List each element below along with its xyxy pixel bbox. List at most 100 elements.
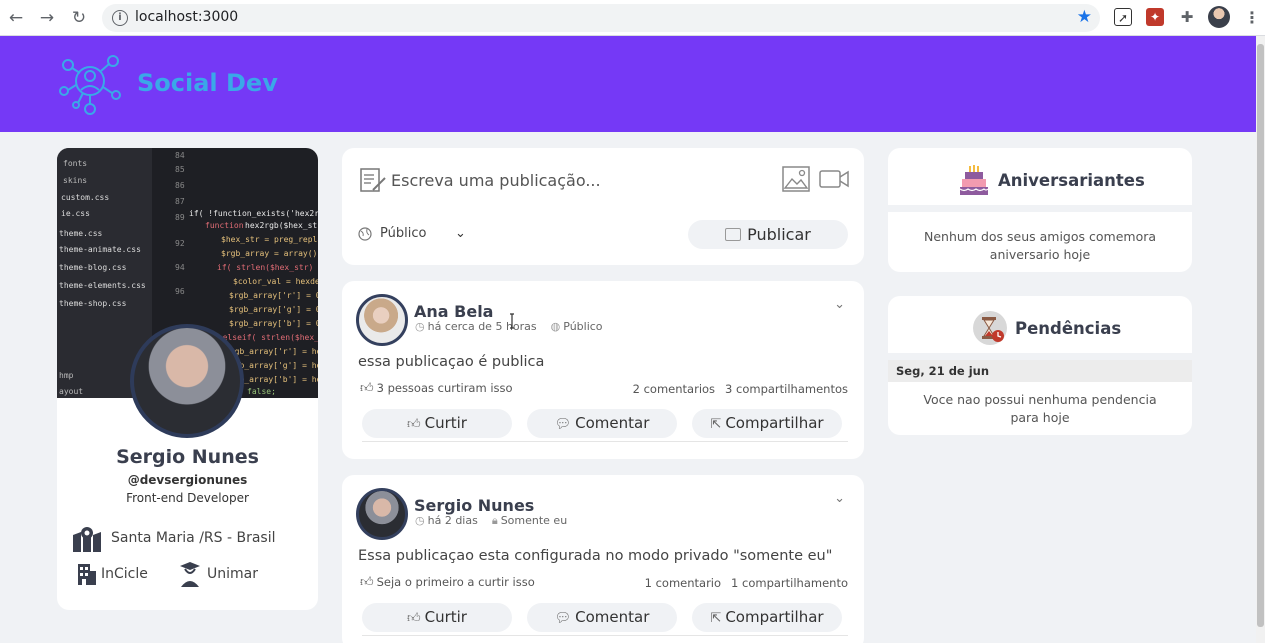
post-author-name[interactable]: Ana Bela — [414, 302, 493, 321]
post-stats: 2 comentarios 3 compartilhamentos — [633, 382, 848, 396]
reload-icon[interactable]: ↻ — [68, 7, 90, 29]
svg-text:$color_val = hexdec: $color_val = hexdec — [233, 277, 318, 286]
birthday-cake-icon — [959, 165, 989, 195]
svg-text:89: 89 — [175, 213, 185, 222]
profile-location: Santa Maria /RS - Brasil — [111, 530, 276, 546]
likes-label: Seja o primeiro a curtir isso — [376, 575, 535, 589]
share-label: Compartilhar — [725, 414, 824, 432]
profile-avatar[interactable] — [130, 324, 244, 438]
publish-button[interactable]: Publicar — [688, 220, 848, 249]
like-label: Curtir — [424, 608, 467, 626]
profile-company: InCicle — [101, 566, 148, 582]
share-icon: ⇱ — [710, 417, 722, 432]
address-bar[interactable]: i localhost:3000 ★ — [102, 4, 1100, 32]
globe-icon: ◍ — [550, 320, 561, 333]
svg-text:$rgb_array['b'] = 0x: $rgb_array['b'] = 0x — [229, 319, 318, 328]
comment-button[interactable]: 💬︎ Comentar — [527, 409, 677, 438]
address-url[interactable]: localhost:3000 — [135, 9, 238, 25]
thumbs-up-icon: 👍︎ — [407, 417, 421, 432]
post-actions: 👍︎ Curtir 💬︎ Comentar ⇱ Compartilhar — [362, 603, 848, 633]
post-meta: ◷ há 2 dias 🔒︎ Somente eu — [415, 514, 567, 528]
comment-label: Comentar — [575, 608, 650, 626]
post-author-avatar[interactable] — [356, 294, 408, 346]
forward-icon[interactable]: → — [36, 7, 58, 29]
pending-date: Seg, 21 de jun — [888, 360, 1192, 382]
birthdays-message: Nenhum dos seus amigos comemora aniversa… — [923, 229, 1157, 262]
browser-menu-icon[interactable]: ⋮ — [1244, 7, 1260, 29]
svg-text:ie.css: ie.css — [61, 209, 90, 218]
post-options-chevron-icon[interactable]: ⌄ — [834, 297, 845, 312]
extensions-puzzle-icon[interactable]: ✚ — [1178, 8, 1196, 26]
profile-handle: @devsergionunes — [127, 473, 248, 487]
svg-text:if( strlen($hex_str): if( strlen($hex_str) — [217, 263, 313, 272]
post-likes[interactable]: 👍︎ Seja o primeiro a curtir isso — [360, 575, 535, 590]
svg-text:87: 87 — [175, 197, 185, 206]
post-visibility: Somente eu — [500, 514, 568, 527]
back-icon[interactable]: ← — [5, 7, 27, 29]
profile-avatar-icon[interactable] — [1208, 6, 1230, 28]
brand-name[interactable]: Social Dev — [137, 69, 278, 97]
share-button[interactable]: ⇱ Compartilhar — [692, 409, 842, 438]
write-post-icon — [360, 168, 386, 192]
thumbs-up-icon: 👍︎ — [407, 611, 421, 626]
svg-text:function: function — [205, 221, 244, 230]
extension-red-icon[interactable]: ✦ — [1146, 8, 1164, 26]
shares-count[interactable]: 3 compartilhamentos — [725, 382, 848, 396]
share-button[interactable]: ⇱ Compartilhar — [692, 603, 842, 632]
clock-icon: ◷ — [415, 514, 425, 527]
svg-text:85: 85 — [175, 165, 185, 174]
scrollbar-thumb[interactable] — [1257, 44, 1264, 627]
app-header: Social Dev — [0, 36, 1256, 132]
bookmark-star-icon[interactable]: ★ — [1077, 7, 1092, 27]
svg-text:theme-shop.css: theme-shop.css — [59, 299, 127, 308]
like-label: Curtir — [424, 414, 467, 432]
birthdays-title: Aniversariantes — [998, 171, 1145, 190]
site-info-icon[interactable]: i — [112, 10, 128, 26]
post-options-chevron-icon[interactable]: ⌄ — [834, 491, 845, 506]
svg-text:theme.css: theme.css — [59, 229, 103, 238]
pending-message: Voce nao possui nenhuma pendencia para h… — [923, 392, 1157, 425]
svg-text:$rgb_array['g'] = 0x: $rgb_array['g'] = 0x — [229, 305, 318, 314]
post-composer: Escreva uma publicação... Público ⌄ Publ… — [342, 148, 864, 265]
svg-text:theme-animate.css: theme-animate.css — [59, 245, 141, 254]
network-logo-icon[interactable] — [58, 51, 122, 115]
post-input[interactable]: Escreva uma publicação... — [391, 171, 601, 190]
svg-text:$hex_str = preg_replac: $hex_str = preg_replac — [221, 235, 318, 244]
svg-text:86: 86 — [175, 181, 185, 190]
like-button[interactable]: 👍︎ Curtir — [362, 603, 512, 632]
shares-count[interactable]: 1 compartilhamento — [731, 576, 848, 590]
comment-button[interactable]: 💬︎ Comentar — [527, 603, 677, 632]
svg-text:custom.css: custom.css — [61, 193, 109, 202]
extension-send-icon[interactable]: ➚ — [1114, 8, 1132, 26]
svg-text:$rgb_array['r'] = hex: $rgb_array['r'] = hex — [225, 347, 318, 356]
post-likes[interactable]: 👍︎ 3 pessoas curtiram isso — [360, 381, 513, 396]
svg-text:skins: skins — [63, 176, 87, 185]
post-text: essa publicaçao é publica — [358, 354, 545, 370]
post-visibility: Público — [563, 320, 603, 333]
post-text: Essa publicaçao esta configurada no modo… — [358, 548, 833, 564]
share-label: Compartilhar — [725, 608, 824, 626]
post-author-avatar[interactable] — [356, 488, 408, 540]
pending-title: Pendências — [1015, 319, 1122, 338]
svg-text:fonts: fonts — [63, 159, 87, 168]
like-button[interactable]: 👍︎ Curtir — [362, 409, 512, 438]
comments-count[interactable]: 2 comentarios — [633, 382, 715, 396]
likes-label: 3 pessoas curtiram isso — [376, 381, 513, 395]
thumbs-up-icon: 👍︎ — [360, 575, 374, 590]
page-scrollbar[interactable] — [1256, 36, 1265, 643]
pending-widget: Pendências Seg, 21 de jun Voce nao possu… — [888, 296, 1192, 435]
comments-count[interactable]: 1 comentario — [645, 576, 721, 590]
publish-label: Publicar — [747, 225, 811, 244]
svg-text:84: 84 — [175, 151, 185, 160]
svg-text:hex2rgb($hex_str,: hex2rgb($hex_str, — [245, 221, 318, 230]
privacy-select[interactable]: Público — [380, 226, 426, 241]
video-upload-icon[interactable] — [819, 168, 849, 190]
photo-upload-icon[interactable] — [782, 166, 810, 192]
svg-text:hmp: hmp — [59, 371, 74, 380]
post-author-name[interactable]: Sergio Nunes — [414, 496, 534, 515]
post-time: há cerca de 5 horas — [427, 320, 537, 333]
chevron-down-icon[interactable]: ⌄ — [455, 226, 466, 241]
globe-icon — [358, 227, 372, 241]
profile-name[interactable]: Sergio Nunes — [57, 446, 318, 468]
building-icon — [78, 564, 96, 585]
